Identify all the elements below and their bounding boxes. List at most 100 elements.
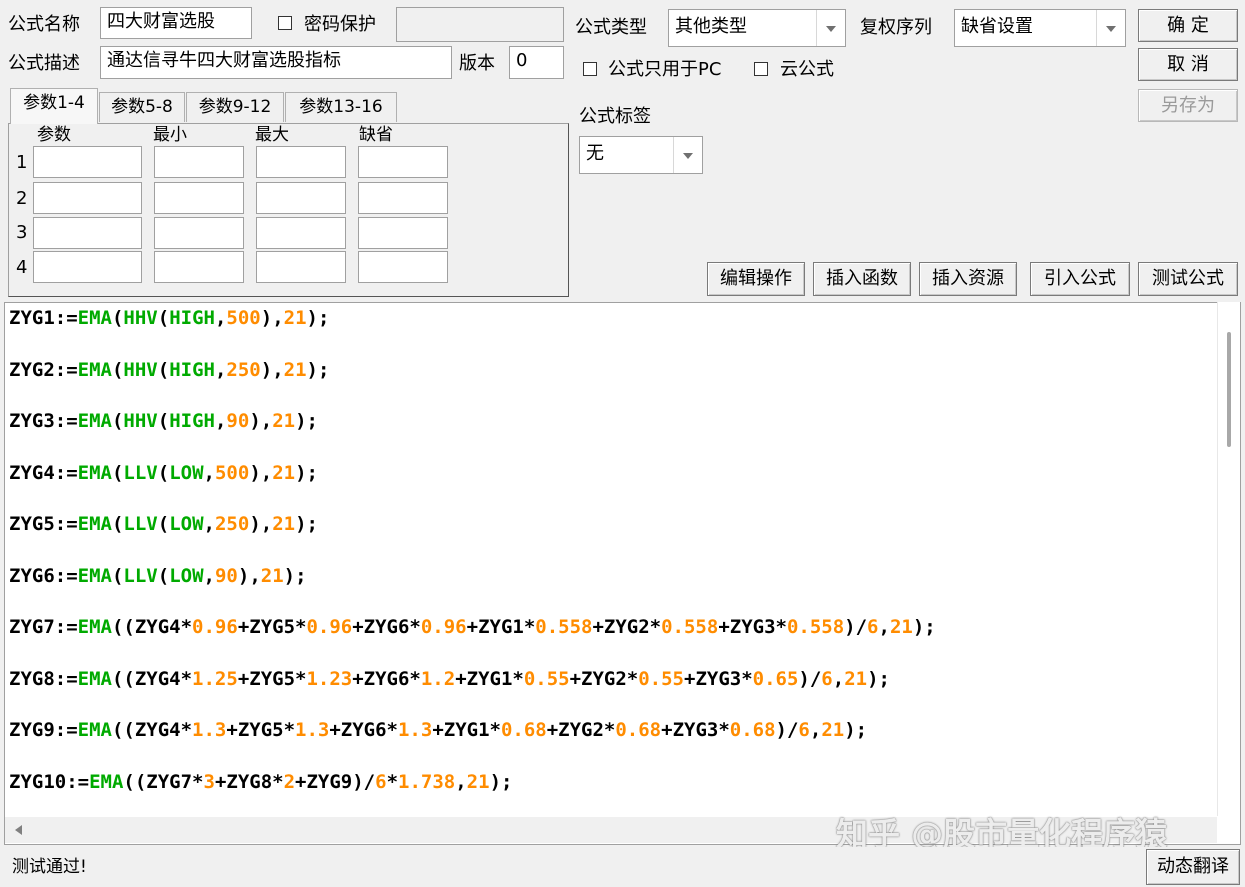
code-text: ((ZYG7*: [123, 770, 204, 793]
param-2-max-input[interactable]: [256, 182, 346, 214]
code-text: )/: [775, 719, 799, 741]
param-1-name-input[interactable]: [33, 146, 142, 178]
cancel-button[interactable]: 取 消: [1138, 48, 1238, 81]
code-line: ZYG10:=EMA((ZYG7*3+ZYG8*2+ZYG9)/6*1.738,…: [9, 770, 512, 794]
tab-params-1-4[interactable]: 参数1-4: [10, 88, 98, 124]
password-checkbox[interactable]: [278, 16, 292, 30]
code-function: LOW: [169, 513, 204, 535]
code-text: ,: [203, 564, 215, 587]
param-4-default-input[interactable]: [358, 251, 448, 283]
code-text: +ZYG2*: [546, 719, 616, 741]
code-text: (: [157, 358, 170, 381]
tab-params-9-12[interactable]: 参数9-12: [186, 92, 284, 122]
rights-seq-select[interactable]: 缺省设置: [954, 9, 1126, 47]
code-line: ZYG7:=EMA((ZYG4*0.96+ZYG5*0.96+ZYG6*0.96…: [9, 615, 936, 639]
chevron-down-icon[interactable]: [673, 137, 702, 173]
code-number: 21: [466, 770, 490, 793]
param-4-name-input[interactable]: [33, 251, 142, 283]
scrollbar-thumb[interactable]: [1227, 332, 1231, 447]
code-text: ZYG7:=: [9, 616, 78, 638]
tab-params-5-8[interactable]: 参数5-8: [99, 92, 185, 122]
code-text: ZYG1:=: [9, 307, 78, 329]
formula-desc-input[interactable]: 通达信寻牛四大财富选股指标: [100, 46, 452, 79]
code-text: );: [295, 410, 318, 432]
code-number: 6: [375, 770, 387, 793]
code-number: 90: [226, 410, 250, 432]
code-text: +ZYG2*: [592, 616, 662, 638]
param-3-default-input[interactable]: [358, 217, 448, 249]
version-input[interactable]: 0: [509, 46, 564, 79]
code-number: 1.738: [398, 770, 456, 793]
code-function: HIGH: [169, 358, 215, 381]
code-function: HHV: [123, 307, 158, 329]
param-panel: 参数 最小 最大 缺省 1 2 3 4: [8, 123, 569, 297]
code-number: 0.96: [306, 616, 353, 638]
code-number: 21: [844, 667, 868, 690]
code-text: +ZYG8*: [214, 770, 284, 793]
code-text: (: [111, 307, 124, 329]
formula-type-select[interactable]: 其他类型: [668, 9, 846, 47]
param-1-default-input[interactable]: [358, 146, 448, 178]
insert-function-button[interactable]: 插入函数: [813, 262, 911, 296]
edit-ops-button[interactable]: 编辑操作: [707, 262, 805, 296]
param-2-default-input[interactable]: [358, 182, 448, 214]
param-1-max-input[interactable]: [256, 146, 346, 178]
dynamic-translate-button[interactable]: 动态翻译: [1146, 849, 1240, 885]
code-function: LOW: [169, 461, 204, 484]
code-text: )/: [844, 616, 868, 638]
ok-button[interactable]: 确 定: [1138, 9, 1238, 42]
param-2-name-input[interactable]: [33, 182, 142, 214]
code-text: ZYG6:=: [9, 564, 78, 587]
save-as-button[interactable]: 另存为: [1138, 89, 1238, 122]
code-function: EMA: [77, 667, 112, 690]
version-label: 版本: [459, 53, 495, 74]
param-3-max-input[interactable]: [256, 217, 346, 249]
code-number: 21: [283, 358, 307, 381]
param-3-name-input[interactable]: [33, 217, 142, 249]
code-text: +ZYG5*: [226, 719, 296, 741]
code-text: );: [489, 770, 513, 793]
code-line: ZYG3:=EMA(HHV(HIGH,90),21);: [9, 409, 318, 433]
chevron-down-icon[interactable]: [1096, 10, 1125, 46]
code-text: ((ZYG4*: [111, 719, 193, 741]
param-4-min-input[interactable]: [154, 251, 244, 283]
code-text: ((ZYG4*: [111, 667, 193, 690]
formula-tag-label: 公式标签: [579, 106, 651, 127]
chevron-down-icon[interactable]: [816, 10, 845, 46]
tab-params-13-16[interactable]: 参数13-16: [285, 92, 397, 122]
code-text: +ZYG1*: [455, 667, 524, 690]
code-number: 21: [272, 461, 296, 484]
code-text: ),: [260, 307, 284, 329]
param-2-min-input[interactable]: [154, 182, 244, 214]
code-number: 1.3: [192, 719, 227, 741]
formula-tag-value: 无: [586, 143, 604, 164]
insert-resource-button[interactable]: 插入资源: [919, 262, 1017, 296]
password-input[interactable]: [396, 7, 564, 42]
scroll-left-icon[interactable]: [15, 825, 22, 835]
cloud-checkbox[interactable]: [754, 62, 768, 76]
code-function: HIGH: [169, 410, 215, 432]
code-text: ZYG10:=: [9, 770, 90, 793]
param-1-min-input[interactable]: [154, 146, 244, 178]
formula-name-input[interactable]: 四大财富选股: [100, 7, 252, 39]
code-number: 0.558: [661, 616, 719, 638]
code-editor[interactable]: ZYG1:=EMA(HHV(HIGH,500),21); ZYG2:=EMA(HH…: [4, 302, 1241, 845]
code-line: ZYG9:=EMA((ZYG4*1.3+ZYG5*1.3+ZYG6*1.3+ZY…: [9, 718, 867, 742]
code-text: );: [306, 358, 330, 381]
code-number: 1.25: [192, 667, 238, 690]
param-3-min-input[interactable]: [154, 217, 244, 249]
code-text: (: [157, 564, 170, 587]
test-formula-button[interactable]: 测试公式: [1138, 262, 1238, 296]
status-text: 测试通过!: [12, 857, 87, 877]
code-function: EMA: [77, 513, 112, 535]
pc-only-checkbox[interactable]: [583, 62, 597, 76]
code-text: *: [386, 770, 399, 793]
param-4-max-input[interactable]: [256, 251, 346, 283]
code-number: 3: [203, 770, 215, 793]
code-function: HHV: [123, 358, 158, 381]
vertical-scrollbar[interactable]: [1217, 302, 1240, 816]
col-header-param: 参数: [37, 125, 71, 145]
code-line: ZYG2:=EMA(HHV(HIGH,250),21);: [9, 358, 329, 382]
formula-tag-select[interactable]: 无: [579, 136, 703, 174]
import-formula-button[interactable]: 引入公式: [1030, 262, 1130, 296]
